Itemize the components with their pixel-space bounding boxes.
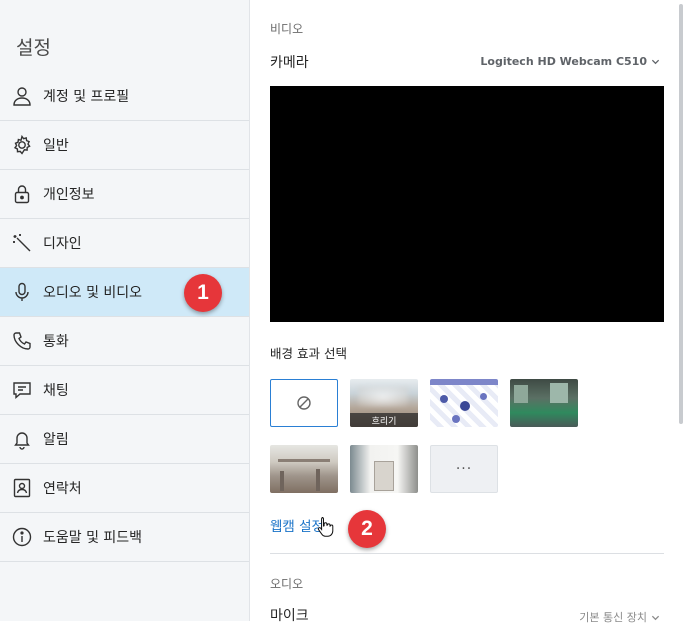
office-window bbox=[550, 383, 568, 403]
office-pillar bbox=[280, 471, 284, 491]
section-divider bbox=[270, 553, 664, 554]
office-window bbox=[514, 385, 528, 403]
audio-section-label: 오디오 bbox=[270, 577, 304, 591]
lock-icon bbox=[11, 183, 33, 205]
video-section-label: 비디오 bbox=[270, 22, 304, 36]
settings-nav: 계정 및 프로필 일반 개인정보 디자인 오디오 및 비디오 1 통화 채팅 알… bbox=[0, 72, 249, 562]
microphone-select[interactable]: 기본 통신 장치 bbox=[579, 609, 660, 625]
more-backgrounds-button[interactable]: ··· bbox=[430, 445, 498, 493]
room-door bbox=[374, 461, 394, 491]
camera-select[interactable]: Logitech HD Webcam C510 bbox=[480, 55, 660, 68]
settings-sidebar: 설정 계정 및 프로필 일반 개인정보 디자인 오디오 및 비디오 1 통화 채… bbox=[0, 0, 250, 621]
annotation-badge-1: 1 bbox=[184, 274, 222, 312]
hand-pointer-cursor-icon bbox=[317, 517, 334, 537]
sidebar-item-notifications[interactable]: 알림 bbox=[0, 415, 249, 464]
sidebar-item-audio-video[interactable]: 오디오 및 비디오 1 bbox=[0, 268, 249, 317]
bell-icon bbox=[11, 428, 33, 450]
sidebar-item-contacts[interactable]: 연락처 bbox=[0, 464, 249, 513]
sidebar-item-calls[interactable]: 통화 bbox=[0, 317, 249, 366]
microphone-select-value: 기본 통신 장치 bbox=[579, 611, 647, 624]
more-icon: ··· bbox=[455, 461, 473, 477]
pattern-dot bbox=[480, 393, 487, 400]
gear-icon bbox=[11, 134, 33, 156]
background-option-room-interior[interactable] bbox=[350, 445, 418, 493]
pattern-dot bbox=[460, 401, 470, 411]
office-pillar bbox=[316, 469, 320, 491]
pattern-dot bbox=[440, 395, 448, 403]
sidebar-title: 설정 bbox=[16, 37, 51, 59]
sidebar-item-label: 계정 및 프로필 bbox=[43, 89, 130, 105]
chevron-down-icon bbox=[651, 59, 660, 65]
no-effect-icon bbox=[297, 396, 311, 410]
chevron-down-icon bbox=[651, 615, 660, 620]
sidebar-item-account-profile[interactable]: 계정 및 프로필 bbox=[0, 72, 249, 121]
chat-icon bbox=[11, 379, 33, 401]
contact-card-icon bbox=[11, 477, 33, 499]
background-effects-label: 배경 효과 선택 bbox=[270, 346, 347, 361]
scrollbar[interactable] bbox=[679, 4, 683, 424]
sidebar-item-chat[interactable]: 채팅 bbox=[0, 366, 249, 415]
sidebar-item-label: 도움말 및 피드백 bbox=[43, 530, 143, 546]
sidebar-item-label: 통화 bbox=[43, 334, 69, 350]
sidebar-item-label: 개인정보 bbox=[43, 187, 95, 203]
office-beam bbox=[278, 459, 330, 462]
background-option-none[interactable] bbox=[270, 379, 338, 427]
background-option-office-green[interactable] bbox=[510, 379, 578, 427]
camera-select-value: Logitech HD Webcam C510 bbox=[480, 55, 647, 68]
sidebar-item-label: 오디오 및 비디오 bbox=[43, 285, 143, 301]
info-icon bbox=[11, 526, 33, 548]
camera-preview bbox=[270, 86, 664, 322]
background-option-blur[interactable]: 흐리기 bbox=[350, 379, 418, 427]
background-option-pattern[interactable] bbox=[430, 379, 498, 427]
sidebar-item-label: 연락처 bbox=[43, 481, 82, 497]
blur-caption: 흐리기 bbox=[350, 413, 418, 427]
sidebar-item-help-feedback[interactable]: 도움말 및 피드백 bbox=[0, 513, 249, 562]
camera-label: 카메라 bbox=[270, 55, 309, 71]
blur-preview bbox=[358, 387, 408, 407]
person-icon bbox=[11, 85, 33, 107]
sidebar-item-general[interactable]: 일반 bbox=[0, 121, 249, 170]
sidebar-item-label: 채팅 bbox=[43, 383, 69, 399]
sidebar-item-label: 일반 bbox=[43, 138, 69, 154]
sidebar-item-privacy[interactable]: 개인정보 bbox=[0, 170, 249, 219]
phone-icon bbox=[11, 330, 33, 352]
sidebar-item-design[interactable]: 디자인 bbox=[0, 219, 249, 268]
microphone-label: 마이크 bbox=[270, 608, 309, 624]
sidebar-item-label: 디자인 bbox=[43, 236, 82, 252]
annotation-badge-2: 2 bbox=[348, 510, 386, 548]
background-option-office-bright[interactable] bbox=[270, 445, 338, 493]
magic-wand-icon bbox=[11, 232, 33, 254]
sidebar-item-label: 알림 bbox=[43, 432, 69, 448]
pattern-dot bbox=[452, 415, 460, 423]
microphone-icon bbox=[11, 281, 33, 303]
